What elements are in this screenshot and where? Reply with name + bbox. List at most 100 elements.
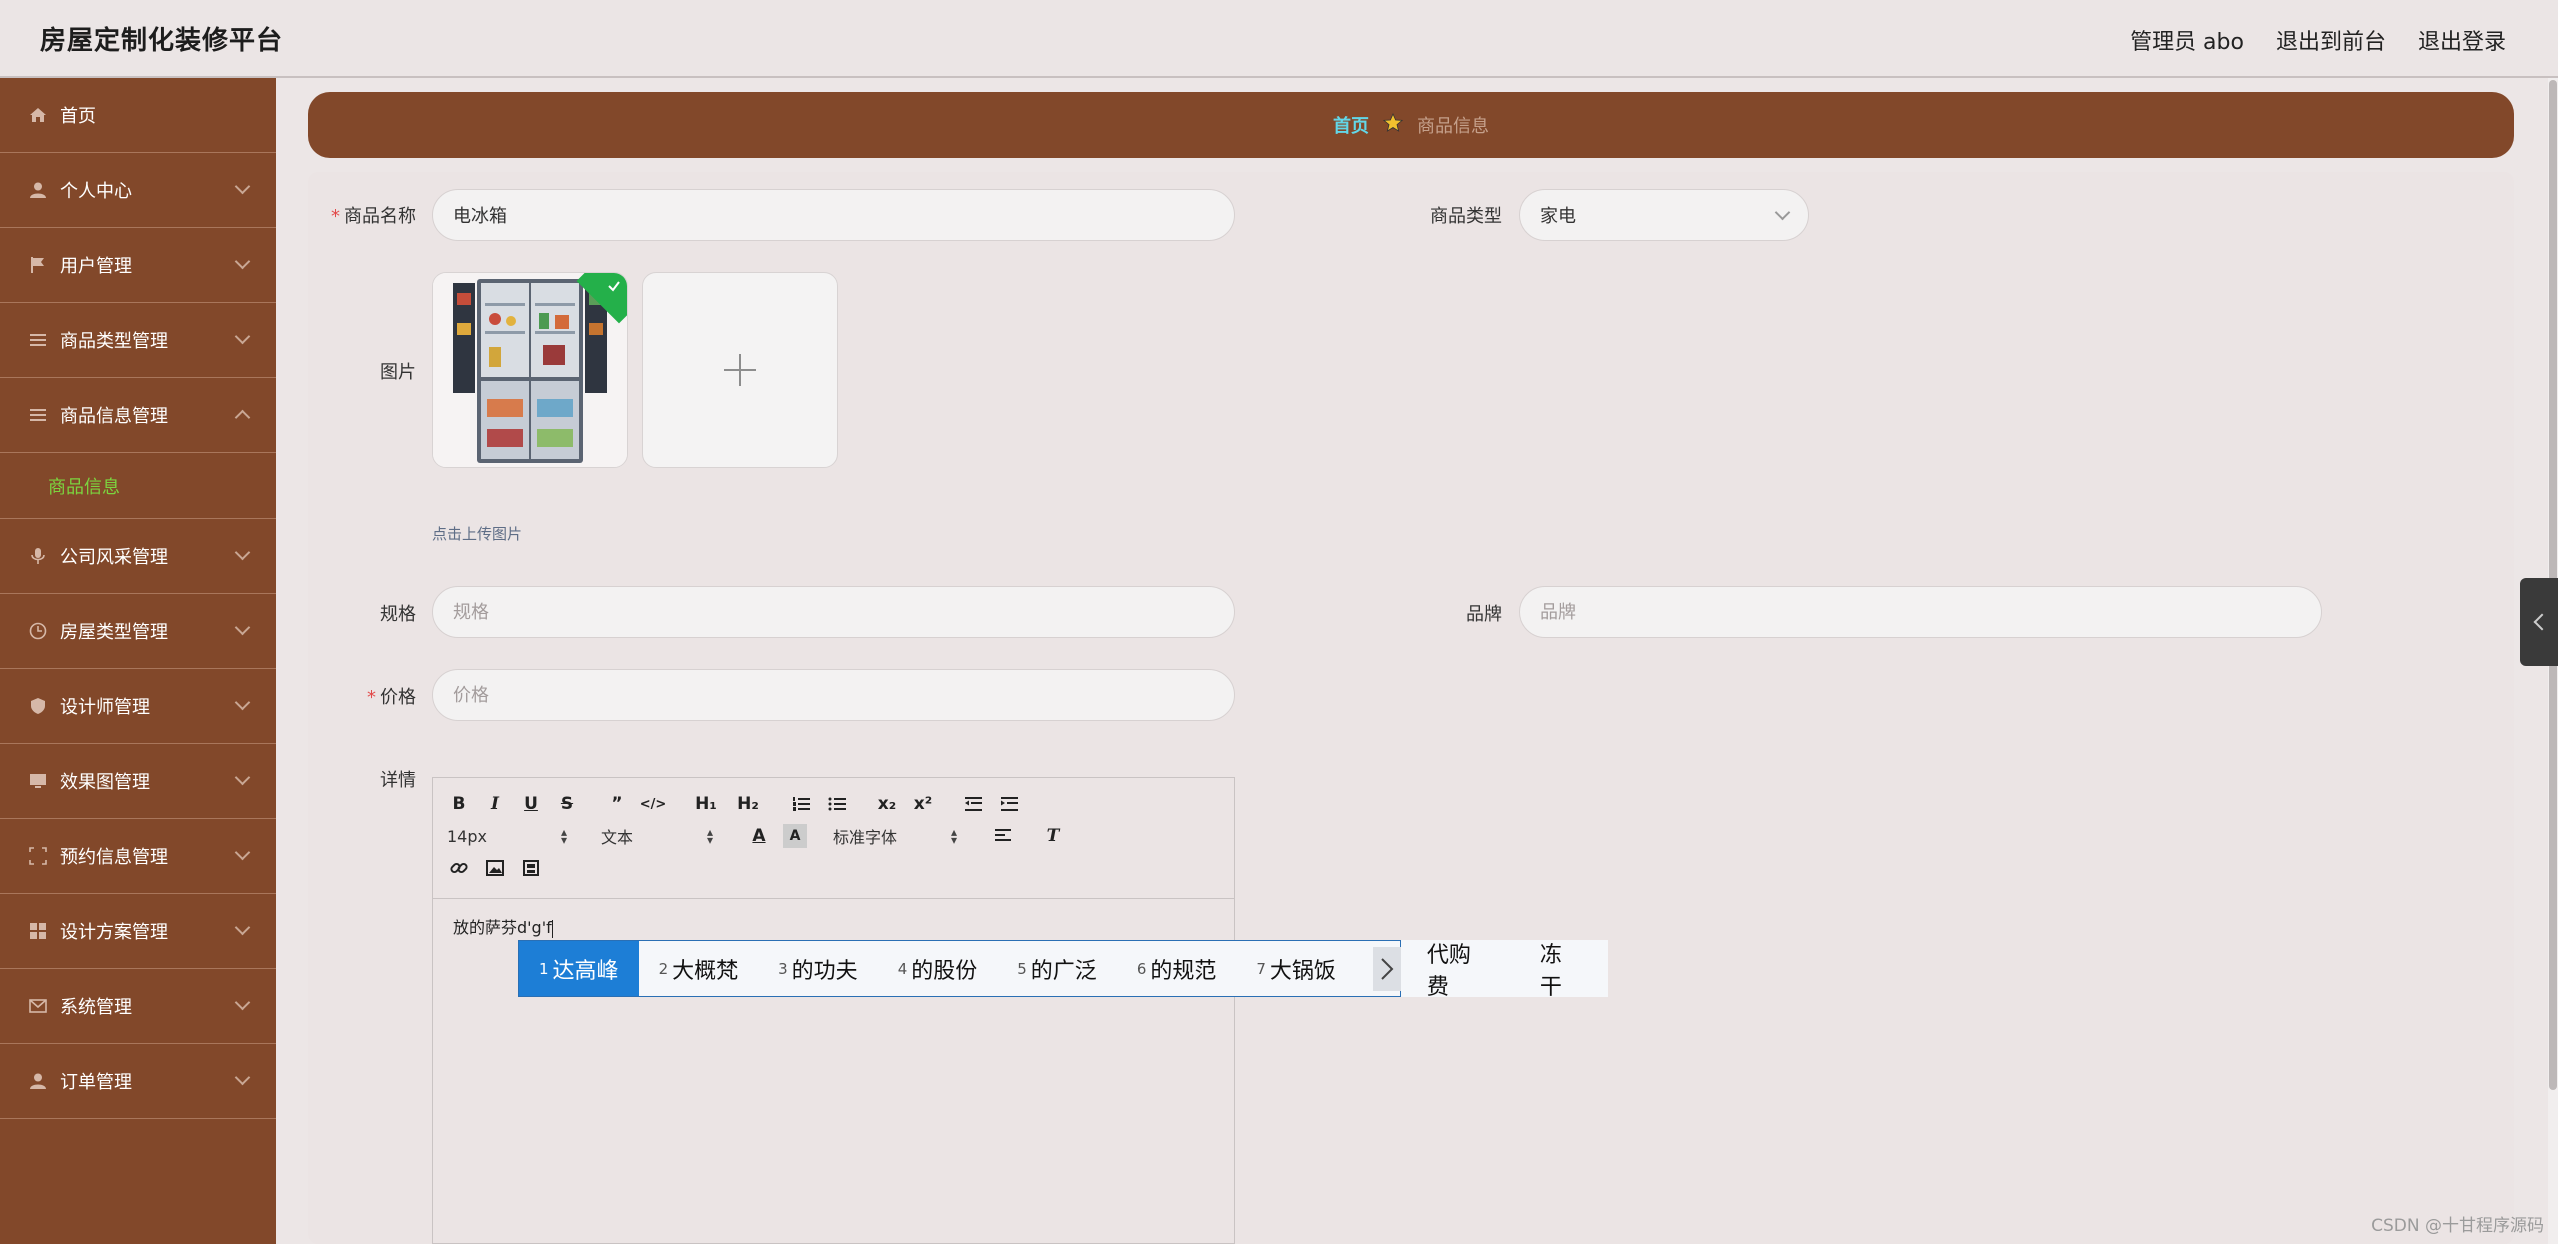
- ime-candidate[interactable]: 5 的广泛: [997, 941, 1117, 996]
- block-format-select[interactable]: 文本 ▴ ▾: [601, 824, 713, 848]
- background-color-icon[interactable]: A: [783, 824, 807, 848]
- brand-input[interactable]: [1519, 586, 2322, 638]
- upload-hint: 点击上传图片: [432, 525, 523, 543]
- underline-icon[interactable]: U: [519, 792, 543, 816]
- spec-input[interactable]: [432, 586, 1235, 638]
- sidebar-item-label: 商品信息管理: [60, 406, 168, 427]
- ime-candidate[interactable]: 2 大概梵: [639, 941, 759, 996]
- chevron-down-icon: [234, 619, 251, 636]
- rich-text-editor: B I U S ” </> H₁ H₂ x₂ x² 14px ▴ ▾ 文本 ▴ ▾ A …: [432, 777, 1235, 1244]
- sidebar-item-house-types[interactable]: 房屋类型管理: [0, 594, 276, 669]
- sidebar-item-renderings[interactable]: 效果图管理: [0, 744, 276, 819]
- sidebar-item-label: 设计师管理: [60, 697, 150, 718]
- flag-icon: [28, 255, 48, 275]
- breadcrumb-home[interactable]: 首页: [1333, 112, 1369, 138]
- product-type-select[interactable]: 家电: [1519, 189, 1809, 241]
- back-to-frontend-link[interactable]: 退出到前台: [2276, 24, 2386, 56]
- detail-label: 详情: [380, 770, 416, 791]
- spec-label: 规格: [380, 604, 416, 625]
- price-label: * 价格: [367, 687, 416, 708]
- home-icon: [28, 105, 48, 125]
- sidebar-item-product-types[interactable]: 商品类型管理: [0, 303, 276, 378]
- chevron-up-icon: [234, 409, 251, 426]
- sidebar-item-designers[interactable]: 设计师管理: [0, 669, 276, 744]
- sidebar-item-label: 商品类型管理: [60, 331, 168, 352]
- bullet-list-icon[interactable]: [825, 792, 849, 816]
- top-links: 管理员 abo 退出到前台 退出登录: [2130, 24, 2506, 56]
- sidebar-item-product-info[interactable]: 商品信息管理: [0, 378, 276, 453]
- font-size-select[interactable]: 14px ▴ ▾: [447, 826, 567, 846]
- brand-label: 品牌: [1466, 604, 1502, 625]
- ordered-list-icon[interactable]: [789, 792, 813, 816]
- font-color-icon[interactable]: A: [747, 824, 771, 848]
- sidebar-item-company[interactable]: 公司风采管理: [0, 519, 276, 594]
- product-type-label: 商品类型: [1430, 206, 1502, 227]
- ime-candidate[interactable]: 3 的功夫: [758, 941, 878, 996]
- outdent-icon[interactable]: [961, 792, 985, 816]
- list-icon: [28, 330, 48, 350]
- superscript-icon[interactable]: x²: [911, 792, 935, 816]
- sidebar-item-appointments[interactable]: 预约信息管理: [0, 819, 276, 894]
- ime-candidate[interactable]: 4 的股份: [878, 941, 998, 996]
- heading1-icon[interactable]: H₁: [691, 792, 721, 816]
- price-input[interactable]: [432, 669, 1235, 721]
- sidebar-item-label: 订单管理: [60, 1072, 132, 1093]
- chevron-down-icon: [234, 844, 251, 861]
- ime-next-page-button[interactable]: [1373, 947, 1401, 991]
- sidebar-item-system[interactable]: 系统管理: [0, 969, 276, 1044]
- chevron-down-icon: [234, 178, 251, 195]
- link-icon[interactable]: [447, 856, 471, 880]
- sidebar-item-label: 个人中心: [60, 181, 132, 202]
- list-icon: [28, 405, 48, 425]
- indent-icon[interactable]: [997, 792, 1021, 816]
- admin-user-link[interactable]: 管理员 abo: [2130, 24, 2244, 56]
- image-icon[interactable]: [483, 856, 507, 880]
- clear-format-icon[interactable]: T: [1041, 824, 1065, 848]
- microphone-icon: [28, 546, 48, 566]
- ime-candidate[interactable]: 7 大锅饭: [1236, 941, 1356, 996]
- video-icon[interactable]: [519, 856, 543, 880]
- uploaded-image-thumbnail[interactable]: [432, 272, 628, 468]
- product-name-input[interactable]: [432, 189, 1235, 241]
- sidebar-item-label: 首页: [60, 106, 96, 127]
- chevron-down-icon: [234, 769, 251, 786]
- chevron-down-icon: [234, 694, 251, 711]
- logout-link[interactable]: 退出登录: [2418, 24, 2506, 56]
- editor-content[interactable]: 放的萨芬d'g'f: [453, 914, 553, 938]
- text-caret: [551, 919, 553, 938]
- user-icon: [28, 1071, 48, 1091]
- upload-image-button[interactable]: [642, 272, 838, 468]
- subscript-icon[interactable]: x₂: [875, 792, 899, 816]
- chevron-down-icon: [234, 328, 251, 345]
- bold-icon[interactable]: B: [447, 792, 471, 816]
- image-label: 图片: [380, 362, 416, 383]
- sidebar-item-design-plans[interactable]: 设计方案管理: [0, 894, 276, 969]
- ime-extra-candidates: 代购费 冻干: [1400, 940, 1608, 1000]
- sidebar-item-label: 用户管理: [60, 256, 132, 277]
- side-panel-toggle[interactable]: [2520, 578, 2558, 666]
- ime-candidate[interactable]: 6 的规范: [1117, 941, 1237, 996]
- product-name-label: * 商品名称: [331, 206, 416, 227]
- align-left-icon[interactable]: [991, 824, 1015, 848]
- sidebar-item-orders[interactable]: 订单管理: [0, 1044, 276, 1119]
- chevron-down-icon: [234, 253, 251, 270]
- mail-icon: [28, 996, 48, 1016]
- sidebar-item-home[interactable]: 首页: [0, 78, 276, 153]
- italic-icon[interactable]: I: [483, 792, 507, 816]
- code-block-icon[interactable]: </>: [640, 792, 667, 816]
- sidebar-subitem-product-info[interactable]: 商品信息: [0, 453, 276, 519]
- top-bar: 房屋定制化装修平台 管理员 abo 退出到前台 退出登录: [0, 0, 2558, 78]
- sidebar-item-label: 房屋类型管理: [60, 622, 168, 643]
- ime-candidate[interactable]: 1 达高峰: [519, 941, 639, 996]
- monitor-icon: [28, 771, 48, 791]
- ime-extra-candidate[interactable]: 代购费: [1401, 937, 1514, 1001]
- sidebar-item-users[interactable]: 用户管理: [0, 228, 276, 303]
- ime-extra-candidate[interactable]: 冻干: [1514, 937, 1608, 1001]
- blockquote-icon[interactable]: ”: [605, 792, 629, 816]
- sidebar-item-label: 系统管理: [60, 997, 132, 1018]
- font-family-select[interactable]: 标准字体 ▴ ▾: [833, 824, 957, 848]
- sidebar-item-profile[interactable]: 个人中心: [0, 153, 276, 228]
- heading2-icon[interactable]: H₂: [733, 792, 763, 816]
- strikethrough-icon[interactable]: S: [555, 792, 579, 816]
- chevron-down-icon: [234, 994, 251, 1011]
